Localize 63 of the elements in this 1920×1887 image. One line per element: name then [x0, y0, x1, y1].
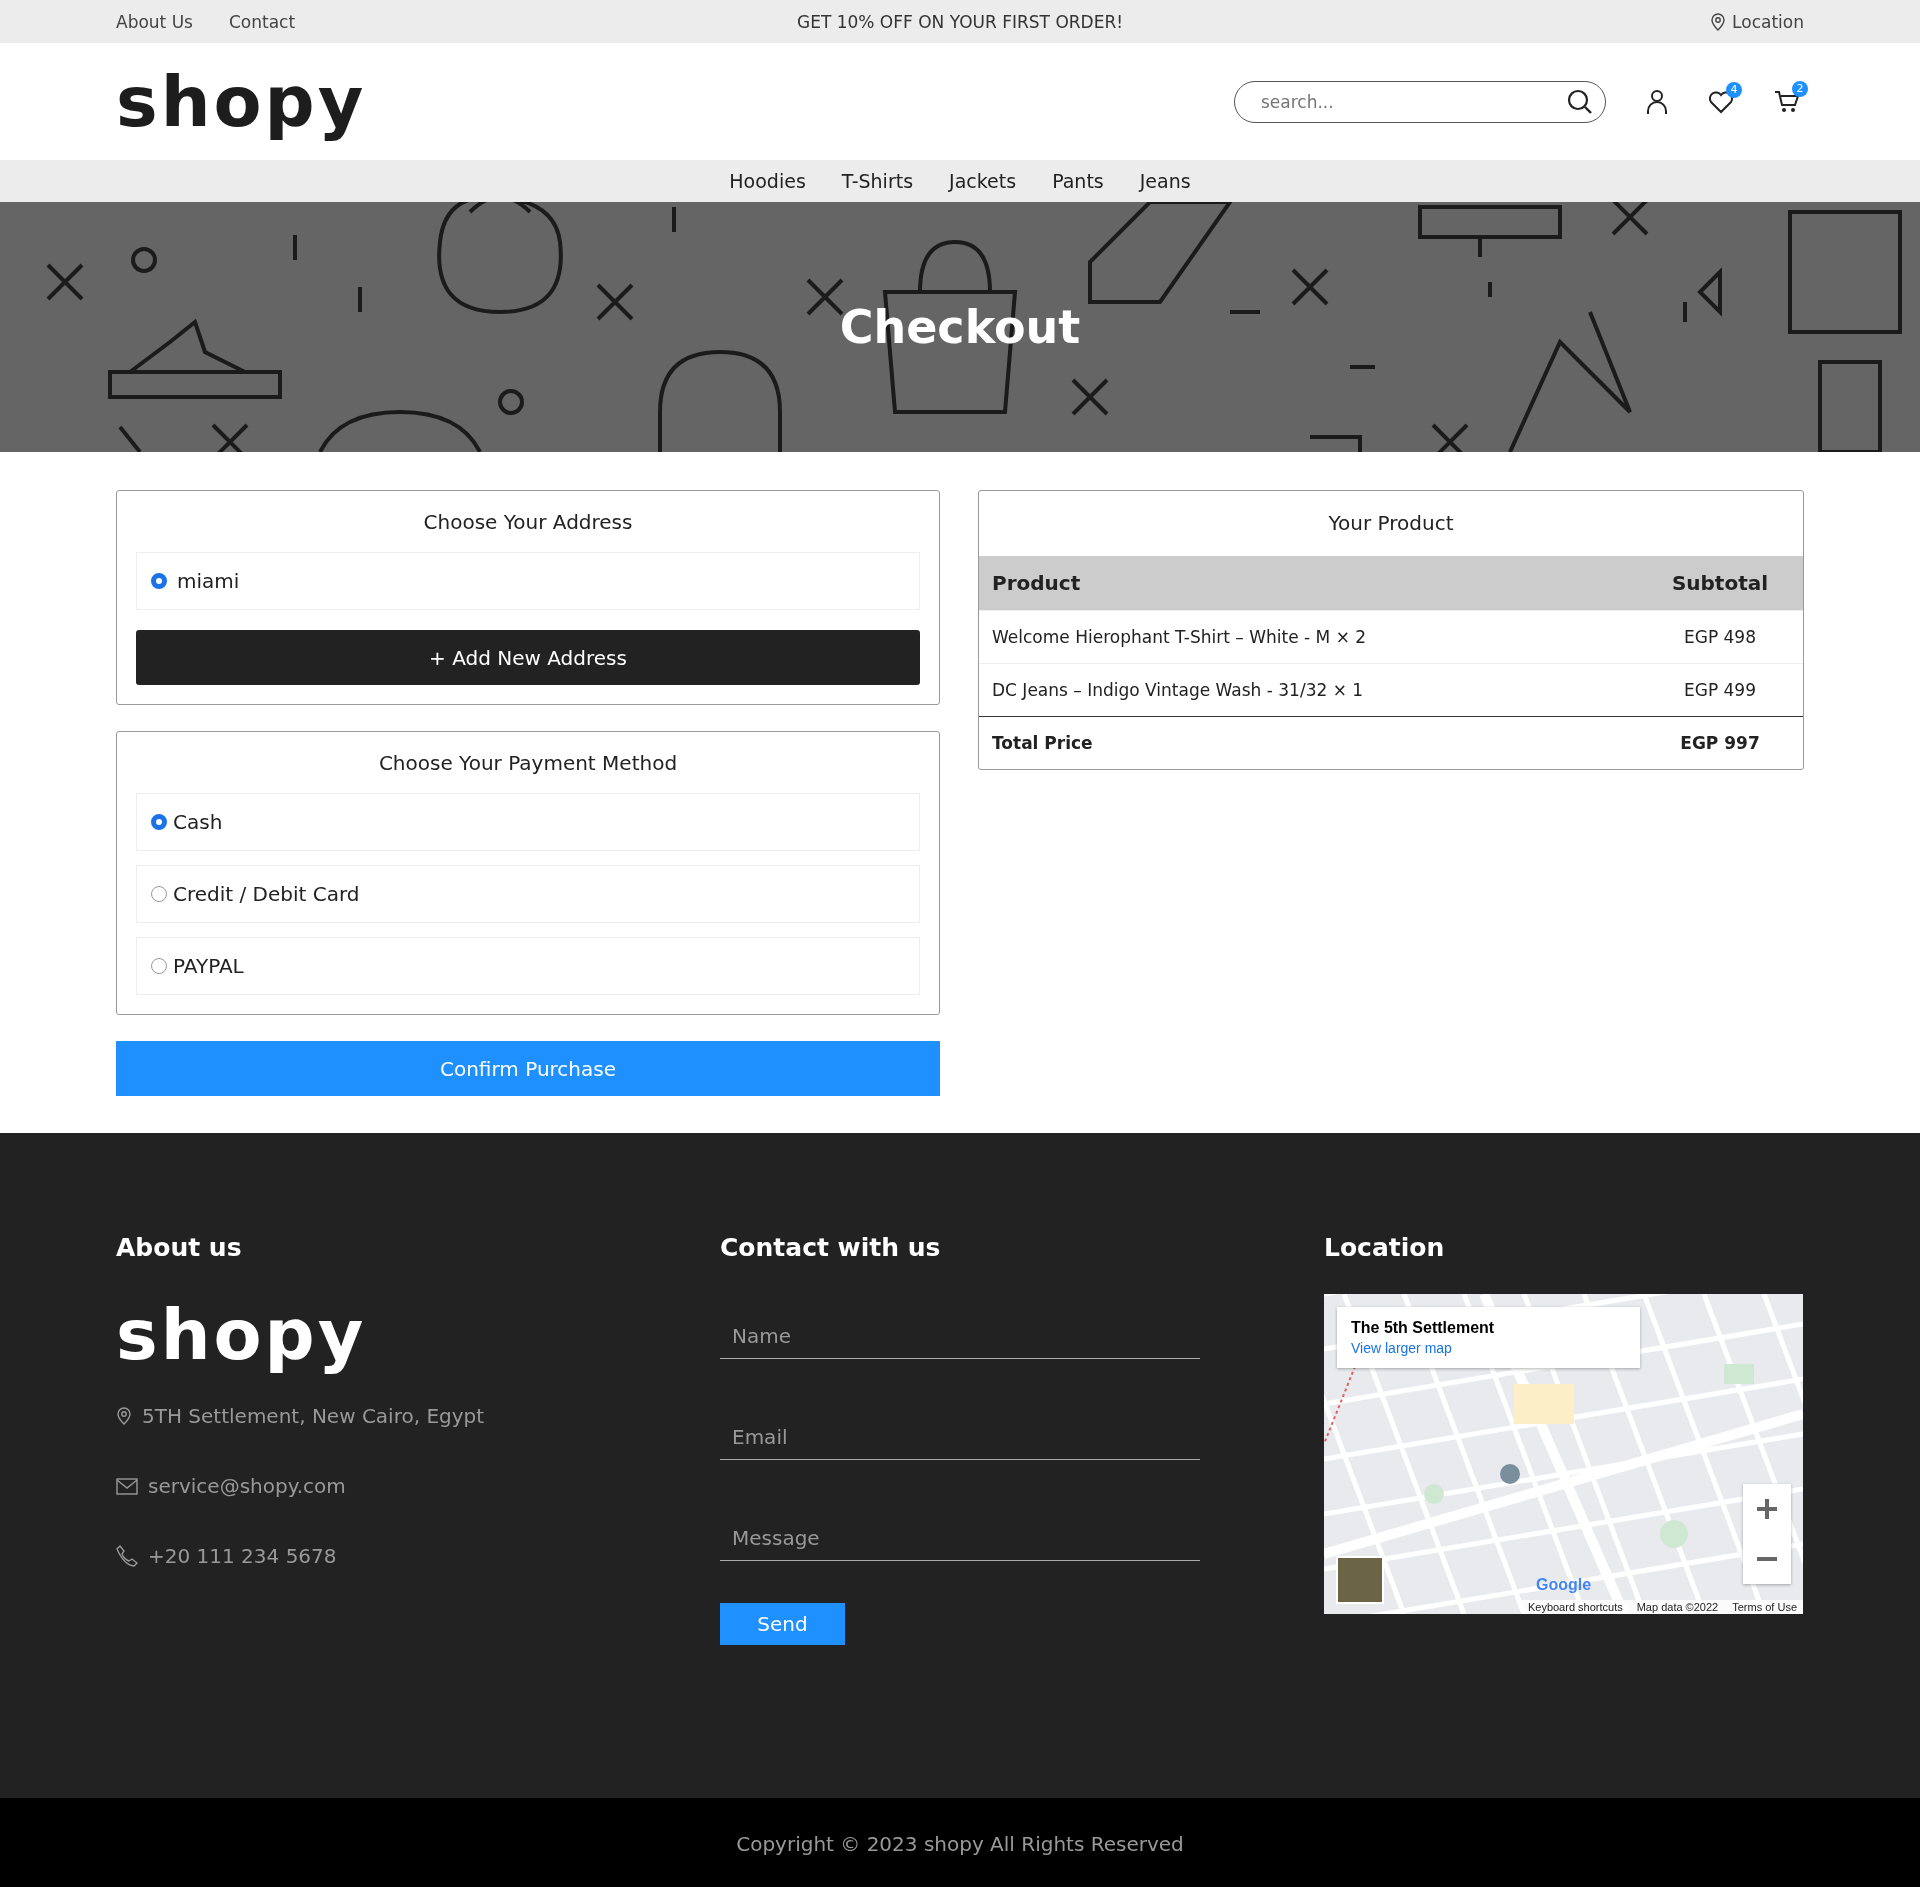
footer-logo: shopy: [116, 1294, 367, 1376]
map-attribution-link[interactable]: Keyboard shortcuts: [1527, 1601, 1623, 1613]
add-address-button[interactable]: + Add New Address: [136, 630, 920, 685]
map-attribution-link[interactable]: Map data ©2022: [1636, 1601, 1719, 1613]
footer-heading: About us: [116, 1233, 243, 1262]
footer-heading: Location: [1324, 1233, 1446, 1262]
top-link[interactable]: About Us: [116, 11, 193, 32]
plus-icon[interactable]: [1757, 1499, 1777, 1519]
card-title: Your Product: [1327, 510, 1455, 537]
address-option[interactable]: miami: [136, 552, 920, 610]
map-logo: Google: [1536, 1576, 1592, 1594]
wishlist-count-badge: 4: [1726, 81, 1742, 98]
table-cell: Welcome Hierophant T-Shirt – White - M × 2: [979, 610, 1637, 664]
option-label: Cash: [173, 810, 223, 834]
table-cell: EGP 499: [1637, 663, 1803, 717]
option-label: PAYPAL: [173, 954, 244, 978]
column-header: Product: [979, 556, 1637, 611]
top-link[interactable]: Contact: [228, 11, 296, 32]
location-pin-icon: [1710, 12, 1727, 31]
nav-link[interactable]: Hoodies: [729, 170, 806, 192]
zoom-out-button[interactable]: [1743, 1534, 1791, 1584]
table-cell: EGP 997: [1637, 716, 1803, 769]
nav-link[interactable]: T-Shirts: [841, 170, 914, 192]
email-text: service@shopy.com: [148, 1474, 346, 1498]
payment-option[interactable]: PAYPAL: [136, 937, 920, 995]
envelope-icon: [116, 1477, 138, 1495]
table-cell: EGP 498: [1637, 610, 1803, 664]
nav-link[interactable]: Jeans: [1139, 170, 1191, 192]
page-title: Checkout: [839, 300, 1081, 354]
zoom-in-button[interactable]: [1743, 1484, 1791, 1534]
cart-count-badge: 2: [1792, 80, 1808, 97]
radio-button[interactable]: [151, 814, 167, 830]
card-title: Choose Your Payment Method: [377, 750, 679, 777]
footer-heading: Contact with us: [720, 1233, 942, 1262]
card-title: Choose Your Address: [422, 509, 634, 536]
copyright-text: Copyright © 2023 shopy All Rights Reserved: [736, 1832, 1184, 1856]
location-pin-icon: [116, 1407, 132, 1425]
phone-text: +20 111 234 5678: [148, 1544, 337, 1568]
nav-link[interactable]: Jackets: [949, 170, 1017, 192]
satellite-toggle-button[interactable]: [1336, 1556, 1384, 1604]
search-icon[interactable]: [1567, 88, 1593, 115]
input-field[interactable]: Message: [720, 1526, 1200, 1560]
place-title: The 5th Settlement: [1351, 1319, 1496, 1337]
address-text: 5TH Settlement, New Cairo, Egypt: [142, 1404, 485, 1428]
search-input[interactable]: search...: [1259, 90, 1567, 113]
option-label: miami: [177, 569, 240, 593]
logo[interactable]: shopy: [116, 60, 367, 143]
nav-link[interactable]: Pants: [1052, 170, 1104, 192]
payment-option[interactable]: Cash: [136, 793, 920, 851]
option-label: Credit / Debit Card: [173, 882, 360, 906]
view-map-link[interactable]: View larger map: [1351, 1340, 1626, 1356]
location-link[interactable]: Location: [1732, 11, 1804, 32]
phone-icon: [116, 1545, 138, 1567]
table-cell: Total Price: [979, 716, 1637, 769]
payment-option[interactable]: Credit / Debit Card: [136, 865, 920, 923]
input-field[interactable]: Email: [720, 1425, 1200, 1459]
input-field[interactable]: Name: [720, 1324, 1200, 1358]
promo-text: GET 10% OFF ON YOUR FIRST ORDER!: [795, 11, 1125, 32]
column-header: Subtotal: [1637, 556, 1803, 611]
map-attribution-link[interactable]: Terms of Use: [1732, 1601, 1797, 1613]
user-icon[interactable]: [1646, 88, 1668, 115]
radio-button[interactable]: [151, 573, 167, 589]
table-cell: DC Jeans – Indigo Vintage Wash - 31/32 × 1: [979, 663, 1637, 717]
